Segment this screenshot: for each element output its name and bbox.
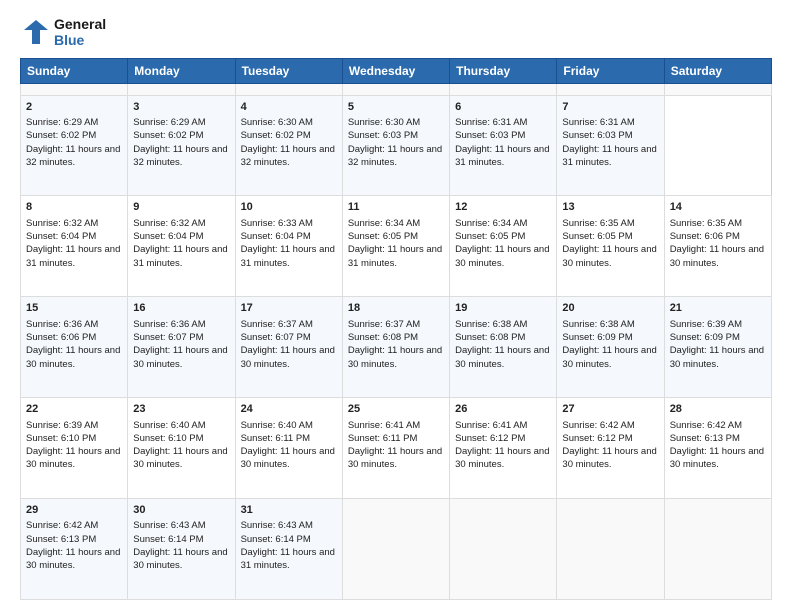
calendar-cell: 19Sunrise: 6:38 AMSunset: 6:08 PMDayligh…: [450, 297, 557, 398]
day-number: 20: [562, 301, 658, 316]
calendar-cell: [450, 499, 557, 600]
calendar-cell: 4Sunrise: 6:30 AMSunset: 6:02 PMDaylight…: [235, 95, 342, 196]
logo-bird-icon: [20, 16, 52, 48]
calendar-cell: [342, 499, 449, 600]
calendar-cell: [450, 84, 557, 96]
logo-name-general: General: [54, 16, 106, 32]
day-number: 7: [562, 100, 658, 115]
calendar-cell: [664, 84, 771, 96]
day-number: 16: [133, 301, 229, 316]
calendar-week-row: 29Sunrise: 6:42 AMSunset: 6:13 PMDayligh…: [21, 499, 772, 600]
day-number: 12: [455, 200, 551, 215]
calendar-cell: 26Sunrise: 6:41 AMSunset: 6:12 PMDayligh…: [450, 398, 557, 499]
calendar-cell: [557, 499, 664, 600]
calendar-cell: 18Sunrise: 6:37 AMSunset: 6:08 PMDayligh…: [342, 297, 449, 398]
calendar-week-row: 8Sunrise: 6:32 AMSunset: 6:04 PMDaylight…: [21, 196, 772, 297]
calendar-page: General Blue Sunday Monday Tuesday Wedne…: [0, 0, 792, 612]
calendar-cell: 8Sunrise: 6:32 AMSunset: 6:04 PMDaylight…: [21, 196, 128, 297]
day-number: 30: [133, 503, 229, 518]
calendar-cell: 5Sunrise: 6:30 AMSunset: 6:03 PMDaylight…: [342, 95, 449, 196]
calendar-cell: 24Sunrise: 6:40 AMSunset: 6:11 PMDayligh…: [235, 398, 342, 499]
calendar-cell: [664, 499, 771, 600]
calendar-week-row: [21, 84, 772, 96]
day-number: 21: [670, 301, 766, 316]
day-number: 29: [26, 503, 122, 518]
calendar-cell: [21, 84, 128, 96]
col-thursday: Thursday: [450, 59, 557, 84]
day-number: 18: [348, 301, 444, 316]
calendar-cell: 13Sunrise: 6:35 AMSunset: 6:05 PMDayligh…: [557, 196, 664, 297]
day-number: 17: [241, 301, 337, 316]
calendar-cell: 10Sunrise: 6:33 AMSunset: 6:04 PMDayligh…: [235, 196, 342, 297]
calendar-header-row: Sunday Monday Tuesday Wednesday Thursday…: [21, 59, 772, 84]
day-number: 11: [348, 200, 444, 215]
day-number: 26: [455, 402, 551, 417]
calendar-cell: 15Sunrise: 6:36 AMSunset: 6:06 PMDayligh…: [21, 297, 128, 398]
day-number: 31: [241, 503, 337, 518]
day-number: 6: [455, 100, 551, 115]
day-number: 15: [26, 301, 122, 316]
calendar-cell: 7Sunrise: 6:31 AMSunset: 6:03 PMDaylight…: [557, 95, 664, 196]
calendar-cell: 16Sunrise: 6:36 AMSunset: 6:07 PMDayligh…: [128, 297, 235, 398]
day-number: 22: [26, 402, 122, 417]
day-number: 14: [670, 200, 766, 215]
calendar-body: 2Sunrise: 6:29 AMSunset: 6:02 PMDaylight…: [21, 84, 772, 600]
calendar-cell: 31Sunrise: 6:43 AMSunset: 6:14 PMDayligh…: [235, 499, 342, 600]
day-number: 28: [670, 402, 766, 417]
logo-name-blue: Blue: [54, 32, 106, 48]
calendar-cell: 29Sunrise: 6:42 AMSunset: 6:13 PMDayligh…: [21, 499, 128, 600]
calendar-cell: 17Sunrise: 6:37 AMSunset: 6:07 PMDayligh…: [235, 297, 342, 398]
calendar-cell: 3Sunrise: 6:29 AMSunset: 6:02 PMDaylight…: [128, 95, 235, 196]
calendar-cell: 27Sunrise: 6:42 AMSunset: 6:12 PMDayligh…: [557, 398, 664, 499]
calendar-cell: 20Sunrise: 6:38 AMSunset: 6:09 PMDayligh…: [557, 297, 664, 398]
calendar-table: Sunday Monday Tuesday Wednesday Thursday…: [20, 58, 772, 600]
calendar-cell: 6Sunrise: 6:31 AMSunset: 6:03 PMDaylight…: [450, 95, 557, 196]
day-number: 8: [26, 200, 122, 215]
day-number: 3: [133, 100, 229, 115]
calendar-cell: 23Sunrise: 6:40 AMSunset: 6:10 PMDayligh…: [128, 398, 235, 499]
col-tuesday: Tuesday: [235, 59, 342, 84]
calendar-cell: 30Sunrise: 6:43 AMSunset: 6:14 PMDayligh…: [128, 499, 235, 600]
day-number: 24: [241, 402, 337, 417]
day-number: 13: [562, 200, 658, 215]
calendar-cell: 22Sunrise: 6:39 AMSunset: 6:10 PMDayligh…: [21, 398, 128, 499]
logo: General Blue: [20, 16, 106, 48]
calendar-cell: [557, 84, 664, 96]
col-sunday: Sunday: [21, 59, 128, 84]
calendar-week-row: 15Sunrise: 6:36 AMSunset: 6:06 PMDayligh…: [21, 297, 772, 398]
day-number: 9: [133, 200, 229, 215]
calendar-cell: [235, 84, 342, 96]
day-number: 19: [455, 301, 551, 316]
calendar-cell: 2Sunrise: 6:29 AMSunset: 6:02 PMDaylight…: [21, 95, 128, 196]
calendar-cell: 11Sunrise: 6:34 AMSunset: 6:05 PMDayligh…: [342, 196, 449, 297]
calendar-cell: [342, 84, 449, 96]
day-number: 5: [348, 100, 444, 115]
calendar-cell: 21Sunrise: 6:39 AMSunset: 6:09 PMDayligh…: [664, 297, 771, 398]
calendar-cell: 28Sunrise: 6:42 AMSunset: 6:13 PMDayligh…: [664, 398, 771, 499]
logo-container: General Blue: [20, 16, 106, 48]
day-number: 10: [241, 200, 337, 215]
calendar-cell: 12Sunrise: 6:34 AMSunset: 6:05 PMDayligh…: [450, 196, 557, 297]
col-friday: Friday: [557, 59, 664, 84]
page-header: General Blue: [20, 16, 772, 48]
calendar-cell: 9Sunrise: 6:32 AMSunset: 6:04 PMDaylight…: [128, 196, 235, 297]
calendar-cell: [128, 84, 235, 96]
day-number: 25: [348, 402, 444, 417]
calendar-cell: 25Sunrise: 6:41 AMSunset: 6:11 PMDayligh…: [342, 398, 449, 499]
col-saturday: Saturday: [664, 59, 771, 84]
calendar-week-row: 22Sunrise: 6:39 AMSunset: 6:10 PMDayligh…: [21, 398, 772, 499]
day-number: 23: [133, 402, 229, 417]
calendar-cell: 14Sunrise: 6:35 AMSunset: 6:06 PMDayligh…: [664, 196, 771, 297]
calendar-week-row: 2Sunrise: 6:29 AMSunset: 6:02 PMDaylight…: [21, 95, 772, 196]
day-number: 27: [562, 402, 658, 417]
col-monday: Monday: [128, 59, 235, 84]
day-number: 4: [241, 100, 337, 115]
col-wednesday: Wednesday: [342, 59, 449, 84]
day-number: 2: [26, 100, 122, 115]
